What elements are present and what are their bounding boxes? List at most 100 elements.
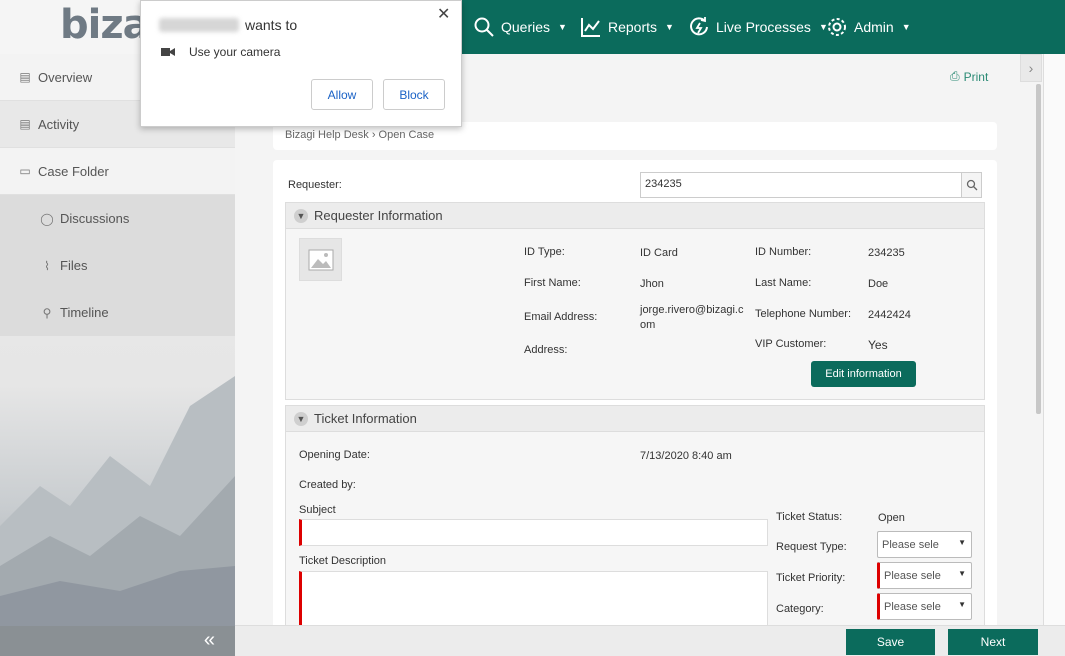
email-label: Email Address: [524, 311, 598, 323]
live-process-icon [690, 17, 708, 36]
search-icon [966, 179, 977, 191]
sidebar-item-label: Overview [38, 69, 93, 85]
nav-admin-label: Admin [854, 19, 894, 35]
chevron-down-icon: ▼ [665, 22, 674, 32]
subject-input[interactable] [299, 519, 768, 546]
print-link[interactable]: ⎙ Print [950, 69, 988, 84]
nav-live-processes[interactable]: Live Processes ▼ [688, 14, 828, 40]
gear-icon [828, 18, 846, 36]
last-name-value: Doe [868, 278, 889, 290]
category-placeholder: Please sele [884, 601, 941, 613]
main-content: ⎙ Print Bizagi Help Desk › Open Case Req… [235, 54, 1043, 631]
category-label: Category: [776, 603, 824, 615]
sidebar-item-case-folder[interactable]: ▭ Case Folder [0, 148, 235, 195]
nav-queries[interactable]: Queries ▼ [473, 14, 567, 40]
nav-queries-label: Queries [501, 19, 551, 35]
search-icon [474, 17, 494, 37]
app-logo: biza [60, 2, 150, 48]
ticket-information-header[interactable]: ▼ Ticket Information [286, 406, 984, 432]
chart-icon [581, 18, 600, 37]
sidebar: ▤ Overview ▤ Activity ▭ Case Folder ◯ Di… [0, 54, 235, 656]
dialog-title: wants to [159, 17, 297, 33]
id-number-value: 234235 [868, 247, 905, 259]
right-panel-toggle[interactable]: › [1020, 54, 1042, 82]
document-icon: ▤ [19, 117, 31, 131]
requester-information-header[interactable]: ▼ Requester Information [286, 203, 984, 229]
mountain-background [0, 376, 235, 626]
opening-date-label: Opening Date: [299, 449, 370, 461]
vip-customer-label: VIP Customer: [755, 338, 827, 350]
created-by-label: Created by: [299, 479, 356, 491]
right-panel [1043, 54, 1065, 656]
chevron-down-icon: ▼ [558, 22, 567, 32]
nav-admin[interactable]: Admin ▼ [826, 14, 911, 40]
id-type-label: ID Type: [524, 246, 565, 258]
next-button[interactable]: Next [948, 629, 1038, 655]
requester-search-button[interactable] [962, 172, 982, 198]
avatar [299, 238, 342, 281]
camera-icon [161, 48, 175, 56]
telephone-label: Telephone Number: [755, 308, 852, 320]
camera-permission-dialog: wants to ✕ Use your camera Allow Block [140, 0, 462, 127]
sidebar-item-label: Activity [38, 116, 80, 132]
printer-icon: ⎙ [950, 69, 960, 83]
image-placeholder-icon [308, 249, 333, 270]
subject-label: Subject [299, 504, 336, 516]
close-icon[interactable]: ✕ [437, 4, 450, 24]
dropdown-arrow-icon: ▼ [958, 538, 966, 547]
ticket-priority-label: Ticket Priority: [776, 572, 846, 584]
sidebar-item-discussions[interactable]: ◯ Discussions [0, 195, 235, 242]
allow-button[interactable]: Allow [311, 79, 373, 110]
requester-label: Requester: [288, 179, 342, 191]
sidebar-item-label: Discussions [60, 211, 130, 226]
paperclip-icon: ⌇ [44, 258, 50, 273]
id-type-value: ID Card [640, 247, 678, 259]
block-button[interactable]: Block [383, 79, 445, 110]
main-scrollbar[interactable] [1036, 84, 1041, 414]
dropdown-arrow-icon: ▼ [958, 569, 966, 578]
sidebar-item-files[interactable]: ⌇ Files [0, 242, 235, 289]
case-form: Requester: 234235 ▼ Requester Informatio… [273, 160, 997, 631]
nav-reports-label: Reports [608, 19, 658, 35]
requester-input[interactable]: 234235 [640, 172, 962, 198]
chat-icon: ◯ [40, 211, 54, 226]
blurred-site-name [159, 18, 239, 32]
ticket-priority-select[interactable]: Please sele ▼ [877, 562, 972, 589]
document-icon: ▤ [19, 70, 31, 84]
edit-information-button[interactable]: Edit information [811, 361, 916, 387]
permission-row: Use your camera [161, 45, 280, 59]
timeline-icon: ⚲ [42, 305, 52, 320]
chevron-down-icon: ▼ [294, 411, 308, 426]
chevron-down-icon: ▼ [294, 208, 308, 223]
ticket-information-section: ▼ Ticket Information Opening Date: 7/13/… [285, 405, 985, 631]
ticket-priority-placeholder: Please sele [884, 570, 941, 582]
section-title: Requester Information [314, 208, 443, 223]
chevron-right-icon: › [1028, 60, 1034, 76]
email-value-line1: jorge.rivero@bizagi.c [640, 304, 744, 316]
dialog-title-text: wants to [245, 17, 298, 33]
category-select[interactable]: Please sele ▼ [877, 593, 972, 620]
nav-reports[interactable]: Reports ▼ [580, 14, 674, 40]
ticket-description-textarea[interactable] [299, 571, 768, 631]
requester-information-section: ▼ Requester Information ID Type: ID Card… [285, 202, 985, 400]
ticket-status-value: Open [878, 512, 905, 524]
sidebar-item-timeline[interactable]: ⚲ Timeline [0, 289, 235, 336]
opening-date-value: 7/13/2020 8:40 am [640, 450, 732, 462]
collapse-sidebar-button[interactable]: « [0, 626, 235, 656]
request-type-placeholder: Please sele [882, 539, 939, 551]
request-type-label: Request Type: [776, 541, 847, 553]
bottom-action-bar: Save Next [235, 625, 1065, 656]
save-button[interactable]: Save [846, 629, 935, 655]
first-name-label: First Name: [524, 277, 581, 289]
first-name-value: Jhon [640, 278, 664, 290]
ticket-description-label: Ticket Description [299, 555, 387, 567]
chevron-down-icon: ▼ [901, 22, 911, 32]
sidebar-item-label: Files [60, 258, 88, 273]
section-title: Ticket Information [314, 411, 417, 426]
email-value-line2: om [640, 319, 656, 331]
last-name-label: Last Name: [755, 277, 812, 289]
request-type-select[interactable]: Please sele ▼ [877, 531, 972, 558]
id-number-label: ID Number: [755, 246, 812, 258]
sidebar-item-label: Timeline [60, 305, 109, 320]
vip-customer-value: Yes [868, 338, 888, 352]
